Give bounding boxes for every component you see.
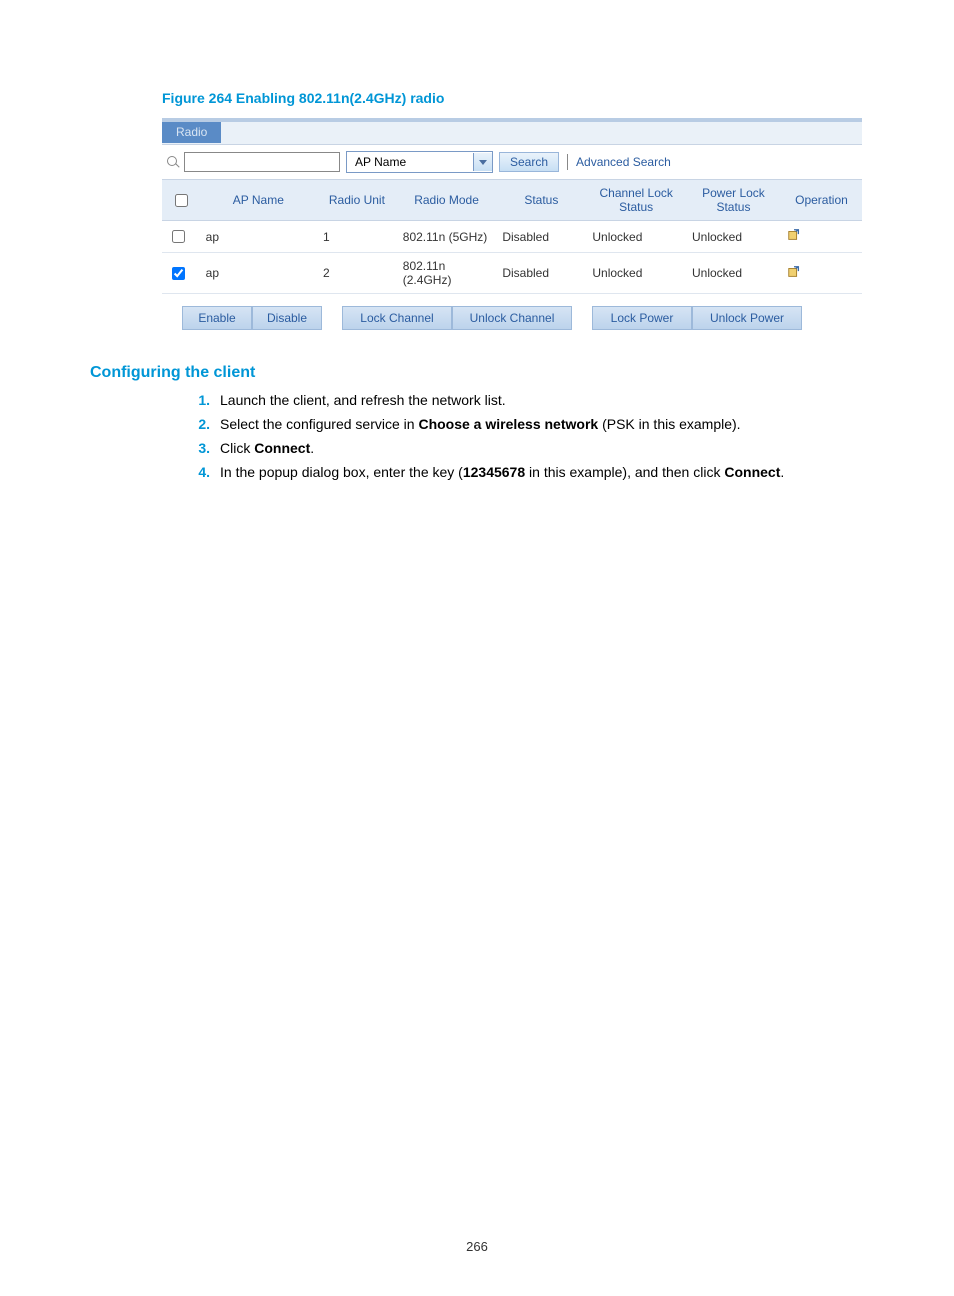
step-bold: 12345678 <box>463 464 525 480</box>
cell-channel-lock: Unlocked <box>586 253 686 294</box>
step-text: Launch the client, and refresh the netwo… <box>220 392 506 408</box>
advanced-search-link[interactable]: Advanced Search <box>576 155 671 169</box>
cell-radio-unit: 2 <box>317 253 397 294</box>
edit-icon[interactable] <box>787 228 801 242</box>
search-button[interactable]: Search <box>499 152 559 172</box>
step-number: 1. <box>182 392 210 408</box>
step-text: Select the configured service in <box>220 416 418 432</box>
cell-status: Disabled <box>496 253 586 294</box>
th-ap-name: AP Name <box>200 180 317 221</box>
step-bold: Connect <box>724 464 780 480</box>
step-number: 3. <box>182 440 210 456</box>
edit-icon[interactable] <box>787 265 801 279</box>
table-row: ap 2 802.11n (2.4GHz) Disabled Unlocked … <box>162 253 862 294</box>
row-checkbox[interactable] <box>172 267 185 280</box>
cell-radio-unit: 1 <box>317 221 397 253</box>
select-all-checkbox[interactable] <box>175 194 188 207</box>
search-input[interactable] <box>184 152 340 172</box>
step-text: (PSK in this example). <box>598 416 740 432</box>
disable-button[interactable]: Disable <box>252 306 322 330</box>
tab-radio[interactable]: Radio <box>162 122 221 143</box>
chevron-down-icon <box>473 153 492 171</box>
th-power-lock: Power Lock Status <box>686 180 781 221</box>
step-text: in this example), and then click <box>525 464 724 480</box>
list-item: 3. Click Connect. <box>182 440 864 456</box>
th-operation: Operation <box>781 180 862 221</box>
step-number: 4. <box>182 464 210 480</box>
th-status: Status <box>496 180 586 221</box>
cell-power-lock: Unlocked <box>686 253 781 294</box>
table-row: ap 1 802.11n (5GHz) Disabled Unlocked Un… <box>162 221 862 253</box>
steps-list: 1. Launch the client, and refresh the ne… <box>182 392 864 480</box>
cell-ap-name: ap <box>200 253 317 294</box>
cell-channel-lock: Unlocked <box>586 221 686 253</box>
search-row: AP Name Search Advanced Search <box>162 145 862 180</box>
search-icon <box>166 155 180 169</box>
list-item: 4. In the popup dialog box, enter the ke… <box>182 464 864 480</box>
cell-ap-name: ap <box>200 221 317 253</box>
lock-channel-button[interactable]: Lock Channel <box>342 306 452 330</box>
th-channel-lock: Channel Lock Status <box>586 180 686 221</box>
cell-radio-mode: 802.11n (2.4GHz) <box>397 253 497 294</box>
step-number: 2. <box>182 416 210 432</box>
radio-table: AP Name Radio Unit Radio Mode Status Cha… <box>162 180 862 294</box>
radio-panel: Radio AP Name Search Advanced Search AP … <box>162 118 862 330</box>
unlock-channel-button[interactable]: Unlock Channel <box>452 306 572 330</box>
th-radio-mode: Radio Mode <box>397 180 497 221</box>
list-item: 1. Launch the client, and refresh the ne… <box>182 392 864 408</box>
dropdown-selected: AP Name <box>347 155 473 169</box>
enable-button[interactable]: Enable <box>182 306 252 330</box>
search-field-dropdown[interactable]: AP Name <box>346 151 493 173</box>
unlock-power-button[interactable]: Unlock Power <box>692 306 802 330</box>
divider <box>567 154 568 170</box>
list-item: 2. Select the configured service in Choo… <box>182 416 864 432</box>
action-row: Enable Disable Lock Channel Unlock Chann… <box>182 306 862 330</box>
row-checkbox[interactable] <box>172 230 185 243</box>
lock-power-button[interactable]: Lock Power <box>592 306 692 330</box>
cell-power-lock: Unlocked <box>686 221 781 253</box>
step-text: In the popup dialog box, enter the key ( <box>220 464 463 480</box>
tab-row: Radio <box>162 122 862 145</box>
step-bold: Connect <box>254 440 310 456</box>
step-text: . <box>780 464 784 480</box>
step-bold: Choose a wireless network <box>418 416 598 432</box>
page-number: 266 <box>0 1239 954 1254</box>
cell-radio-mode: 802.11n (5GHz) <box>397 221 497 253</box>
section-heading: Configuring the client <box>90 364 864 382</box>
cell-status: Disabled <box>496 221 586 253</box>
th-radio-unit: Radio Unit <box>317 180 397 221</box>
figure-caption: Figure 264 Enabling 802.11n(2.4GHz) radi… <box>162 90 864 106</box>
step-text: Click <box>220 440 254 456</box>
step-text: . <box>310 440 314 456</box>
